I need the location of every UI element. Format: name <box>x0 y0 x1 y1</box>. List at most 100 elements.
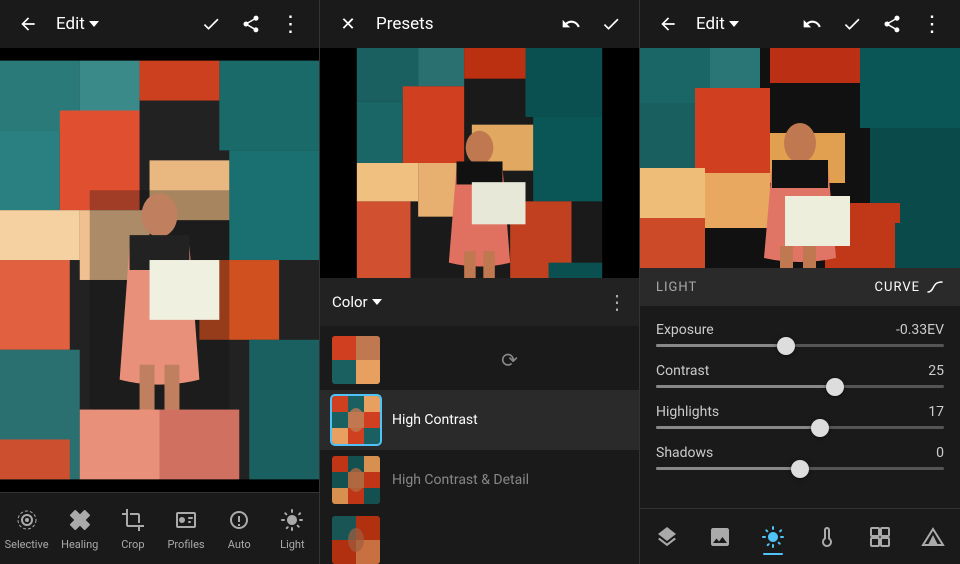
contrast-value: 25 <box>896 363 944 379</box>
edit-title-3: Edit <box>696 14 788 34</box>
preset-item-high-contrast[interactable]: High Contrast <box>320 390 639 450</box>
bottom-toolbar-1: Selective Healing Crop <box>0 492 319 564</box>
auto-label: Auto <box>228 538 251 551</box>
adjustment-contrast: Contrast 25 <box>640 355 960 396</box>
curve-icon <box>926 278 944 296</box>
curve-button[interactable]: CURVE <box>875 278 944 296</box>
preset-thumb-high-contrast-detail <box>332 456 380 504</box>
contrast-label: Contrast <box>656 363 709 379</box>
detail-icon <box>868 525 892 549</box>
title-dropdown-icon <box>89 21 99 27</box>
preset-thumb-3 <box>332 516 380 564</box>
exposure-slider[interactable] <box>656 344 944 347</box>
back-button[interactable] <box>12 8 44 40</box>
preset-item-high-contrast-detail[interactable]: High Contrast & Detail <box>320 450 639 510</box>
light-label: Light <box>280 538 304 551</box>
exposure-fill <box>656 344 786 347</box>
contrast-thumb[interactable] <box>826 378 844 396</box>
top-bar-3: Edit ⋮ <box>640 0 960 48</box>
preset-more-button[interactable]: ⋮ <box>607 290 627 314</box>
icon-triangle[interactable] <box>913 517 953 557</box>
healing-label: Healing <box>61 538 98 551</box>
panel-edit: Edit ⋮ <box>0 0 320 564</box>
shadows-value: 0 <box>896 445 944 461</box>
light-adjust-icon <box>761 525 785 549</box>
preset-name-hcd: High Contrast & Detail <box>392 472 529 488</box>
adjustments-area: Exposure -0.33EV Contrast 25 Highlights <box>640 306 960 508</box>
highlights-thumb[interactable] <box>811 419 829 437</box>
exposure-label: Exposure <box>656 322 714 338</box>
curve-label: CURVE <box>875 280 920 295</box>
close-button[interactable]: ✕ <box>332 8 364 40</box>
icon-photo[interactable] <box>700 517 740 557</box>
contrast-slider[interactable] <box>656 385 944 388</box>
tool-light[interactable]: Light <box>267 506 317 551</box>
light-icon <box>278 506 306 534</box>
more-button-1[interactable]: ⋮ <box>275 8 307 40</box>
share-button[interactable] <box>235 8 267 40</box>
preset-list: ⟳ High Contrast <box>320 326 639 564</box>
shadows-slider[interactable] <box>656 467 944 470</box>
icon-temperature[interactable] <box>807 517 847 557</box>
preset-name-high-contrast: High Contrast <box>392 412 478 428</box>
back-button-3[interactable] <box>652 8 684 40</box>
adjustment-highlights: Highlights 17 <box>640 396 960 437</box>
shadows-fill <box>656 467 800 470</box>
preset-thumb-loading <box>332 336 380 384</box>
icon-light-adjust[interactable] <box>753 517 793 557</box>
highlights-label: Highlights <box>656 404 719 420</box>
top-bar-1: Edit ⋮ <box>0 0 319 48</box>
icon-detail[interactable] <box>860 517 900 557</box>
profiles-label: Profiles <box>167 538 204 551</box>
preset-item-loading: ⟳ <box>320 330 639 390</box>
crop-icon <box>119 506 147 534</box>
selective-label: Selective <box>5 538 49 551</box>
highlights-slider[interactable] <box>656 426 944 429</box>
check-button-3[interactable] <box>836 8 868 40</box>
tool-profiles[interactable]: Profiles <box>161 506 211 551</box>
photo-icon <box>708 525 732 549</box>
tool-crop[interactable]: Crop <box>108 506 158 551</box>
edit-title: Edit <box>56 14 187 34</box>
light-section-header: LIGHT CURVE <box>640 268 960 306</box>
adjustment-exposure: Exposure -0.33EV <box>640 314 960 355</box>
panel-light: Edit ⋮ <box>640 0 960 564</box>
photo-3 <box>640 48 960 268</box>
light-label: LIGHT <box>656 280 697 295</box>
crop-label: Crop <box>121 538 144 551</box>
highlights-fill <box>656 426 820 429</box>
adjustment-shadows: Shadows 0 <box>640 437 960 478</box>
more-button-3[interactable]: ⋮ <box>916 8 948 40</box>
tool-auto[interactable]: Auto <box>214 506 264 551</box>
check-button-2[interactable] <box>595 8 627 40</box>
exposure-thumb[interactable] <box>777 337 795 355</box>
photo-2 <box>320 48 639 278</box>
tool-healing[interactable]: Healing <box>55 506 105 551</box>
panel-presets: ✕ Presets <box>320 0 640 564</box>
tool-selective[interactable]: Selective <box>2 506 52 551</box>
share-button-3[interactable] <box>876 8 908 40</box>
shadows-thumb[interactable] <box>791 460 809 478</box>
icon-layers[interactable] <box>647 517 687 557</box>
preset-item-3[interactable] <box>320 510 639 564</box>
shadows-label: Shadows <box>656 445 713 461</box>
selective-icon <box>13 506 41 534</box>
check-button[interactable] <box>195 8 227 40</box>
exposure-value: -0.33EV <box>896 322 944 338</box>
bottom-icon-bar-3 <box>640 508 960 564</box>
auto-icon <box>225 506 253 534</box>
layers-icon <box>655 525 679 549</box>
healing-icon <box>66 506 94 534</box>
temperature-icon <box>815 525 839 549</box>
undo-button-3[interactable] <box>796 8 828 40</box>
category-label: Color <box>332 293 382 311</box>
presets-title: Presets <box>376 14 547 34</box>
triangle-icon <box>921 525 945 549</box>
image-area-3 <box>640 48 960 268</box>
contrast-fill <box>656 385 835 388</box>
profiles-icon <box>172 506 200 534</box>
title-dropdown-icon-3 <box>729 21 739 27</box>
top-bar-2: ✕ Presets <box>320 0 639 48</box>
preset-thumb-high-contrast <box>332 396 380 444</box>
undo-button-2[interactable] <box>555 8 587 40</box>
